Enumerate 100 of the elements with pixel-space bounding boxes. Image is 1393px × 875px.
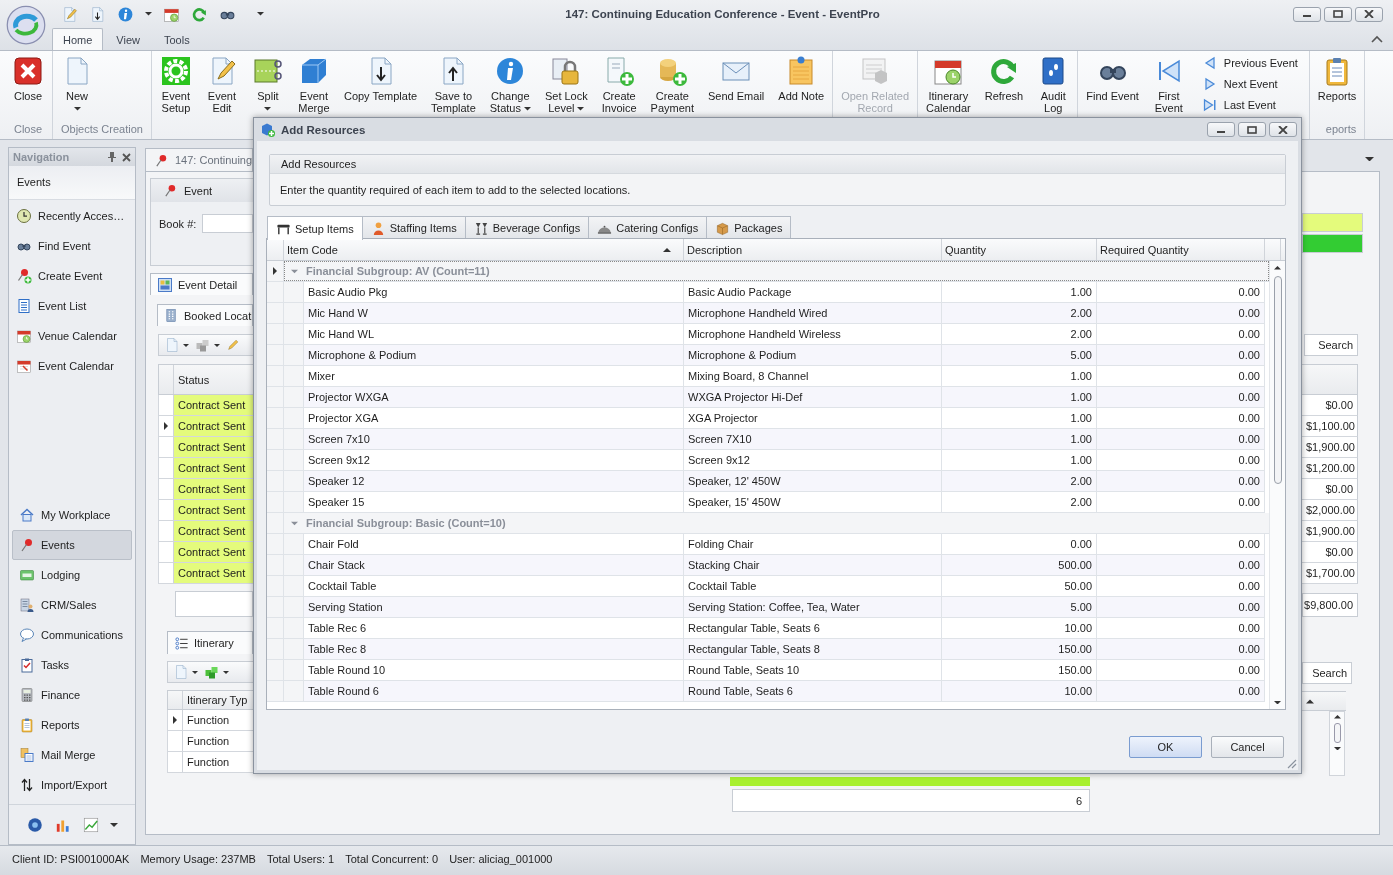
ribbon-button[interactable]: Event Merge xyxy=(294,51,333,115)
ribbon-button[interactable]: Create Invoice xyxy=(598,51,640,115)
ribbon-button[interactable]: Refresh xyxy=(981,51,1027,103)
module-button[interactable]: CRM/Sales xyxy=(12,590,132,620)
ribbon-button[interactable]: Add Note xyxy=(775,51,828,103)
minimize-button[interactable] xyxy=(1293,6,1321,22)
dropdown-button[interactable] xyxy=(1365,156,1374,162)
ribbon-button[interactable]: Audit Log xyxy=(1034,51,1073,115)
column-header[interactable]: Quantity xyxy=(942,239,1097,260)
close-button[interactable] xyxy=(122,152,131,162)
search-button[interactable]: Search xyxy=(1302,662,1352,684)
dropdown-button[interactable] xyxy=(144,11,153,17)
module-button[interactable]: Reports xyxy=(12,710,132,740)
ribbon-tab[interactable]: Tools xyxy=(153,28,201,50)
ribbon-tab[interactable]: View xyxy=(105,28,151,50)
tab[interactable]: Itinerary xyxy=(167,631,253,654)
module-button[interactable]: Lodging xyxy=(12,560,132,590)
ribbon-button[interactable]: New xyxy=(58,51,96,112)
nav-item[interactable]: Event Calendar xyxy=(9,351,135,381)
tab[interactable]: Catering Configs xyxy=(588,216,708,239)
module-button[interactable]: Events xyxy=(12,530,132,560)
ribbon-button[interactable]: Create Payment xyxy=(647,51,698,115)
table-row[interactable]: Contract Sent xyxy=(158,416,253,437)
table-row[interactable]: Function xyxy=(167,752,253,773)
table-row[interactable]: Contract Sent xyxy=(158,395,253,416)
column-header[interactable]: Item Code xyxy=(284,239,684,260)
resize-grip-icon[interactable] xyxy=(1286,758,1297,769)
table-row[interactable]: Contract Sent xyxy=(158,563,253,584)
module-button[interactable]: Tasks xyxy=(12,650,132,680)
module-button[interactable]: My Workplace xyxy=(12,500,132,530)
column-header[interactable]: Required Quantity xyxy=(1097,239,1265,260)
ribbon-tab[interactable]: Home xyxy=(52,28,104,50)
table-row[interactable]: Function xyxy=(167,731,253,752)
column-header[interactable]: Itinerary Typ xyxy=(183,691,253,709)
column-header[interactable]: Description xyxy=(684,239,942,260)
ribbon-button[interactable]: Find Event xyxy=(1083,51,1142,103)
ribbon-button[interactable]: First Event xyxy=(1149,51,1188,115)
module-button[interactable] xyxy=(82,815,100,834)
nav-item[interactable]: Venue Calendar xyxy=(9,321,135,351)
input-field[interactable] xyxy=(202,214,253,233)
module-button[interactable]: Mail Merge xyxy=(12,740,132,770)
quantity-field[interactable]: 1.00 xyxy=(942,387,1097,408)
maximize-button[interactable] xyxy=(1238,122,1266,137)
ribbon-button[interactable]: Split xyxy=(248,51,287,112)
ribbon-button[interactable]: Next Event xyxy=(1199,75,1300,93)
minimize-button[interactable] xyxy=(1207,122,1235,137)
dialog-button[interactable]: Cancel xyxy=(1211,736,1284,758)
quantity-field[interactable]: 1.00 xyxy=(942,429,1097,450)
dropdown-button[interactable] xyxy=(256,11,265,17)
more-button[interactable] xyxy=(110,822,118,827)
maximize-button[interactable] xyxy=(1324,6,1352,22)
module-button[interactable] xyxy=(26,815,44,834)
close-button[interactable] xyxy=(1269,122,1297,137)
ribbon-button[interactable]: Copy Template xyxy=(340,51,421,103)
document-tab[interactable]: 147: Continuing xyxy=(145,148,253,171)
quantity-field[interactable]: 150.00 xyxy=(942,639,1097,660)
ribbon-button[interactable]: Last Event xyxy=(1199,96,1300,114)
module-button[interactable]: Finance xyxy=(12,680,132,710)
ribbon-button[interactable]: Event Setup xyxy=(156,51,195,115)
close-button[interactable] xyxy=(1355,6,1383,22)
nav-item[interactable]: Recently Acces… xyxy=(9,201,135,231)
ribbon-button[interactable]: Close xyxy=(9,51,47,103)
tab[interactable]: Setup Items xyxy=(267,216,363,240)
scrollbar-thumb[interactable] xyxy=(1333,722,1341,743)
quantity-field[interactable]: 500.00 xyxy=(942,555,1097,576)
scrollbar[interactable] xyxy=(1329,711,1345,776)
table-row[interactable]: Contract Sent xyxy=(158,479,253,500)
nav-item[interactable]: Create Event xyxy=(9,261,135,291)
quantity-field[interactable]: 5.00 xyxy=(942,597,1097,618)
ribbon-button[interactable]: Event Edit xyxy=(202,51,241,115)
table-row[interactable]: Contract Sent xyxy=(158,542,253,563)
ribbon-button[interactable]: Save to Template xyxy=(428,51,479,115)
ribbon-button[interactable]: Send Email xyxy=(705,51,768,103)
table-row[interactable]: Contract Sent xyxy=(158,458,253,479)
ribbon-button[interactable]: Previous Event xyxy=(1199,54,1300,72)
ribbon-button[interactable]: Itinerary Calendar xyxy=(923,51,974,115)
ribbon-button[interactable]: Change Status xyxy=(486,51,534,115)
search-button[interactable]: Search xyxy=(1304,334,1358,356)
module-button[interactable]: Communications xyxy=(12,620,132,650)
scrollbar[interactable] xyxy=(1269,261,1285,709)
quantity-field[interactable]: 2.00 xyxy=(942,471,1097,492)
nav-item[interactable]: Find Event xyxy=(9,231,135,261)
ribbon-button[interactable]: Reports xyxy=(1314,51,1360,103)
module-button[interactable]: Import/Export xyxy=(12,770,132,800)
tab[interactable]: Packages xyxy=(706,216,792,239)
tab[interactable]: Event Detail xyxy=(150,273,253,295)
column-header[interactable]: Status xyxy=(174,365,253,394)
quantity-field[interactable]: 2.00 xyxy=(942,303,1097,324)
pin-button[interactable] xyxy=(108,152,116,162)
quantity-field[interactable]: 10.00 xyxy=(942,681,1097,702)
table-row[interactable]: Contract Sent xyxy=(158,437,253,458)
scrollbar-thumb[interactable] xyxy=(1273,275,1282,484)
quantity-field[interactable]: 5.00 xyxy=(942,345,1097,366)
table-row[interactable]: Contract Sent xyxy=(158,521,253,542)
dialog-button[interactable]: OK xyxy=(1129,736,1202,758)
table-row[interactable]: Function xyxy=(167,710,253,731)
ribbon-button[interactable]: Set Lock Level xyxy=(541,51,591,115)
table-row[interactable]: Contract Sent xyxy=(158,500,253,521)
nav-item[interactable]: Event List xyxy=(9,291,135,321)
collapse-ribbon-button[interactable] xyxy=(1371,35,1383,43)
